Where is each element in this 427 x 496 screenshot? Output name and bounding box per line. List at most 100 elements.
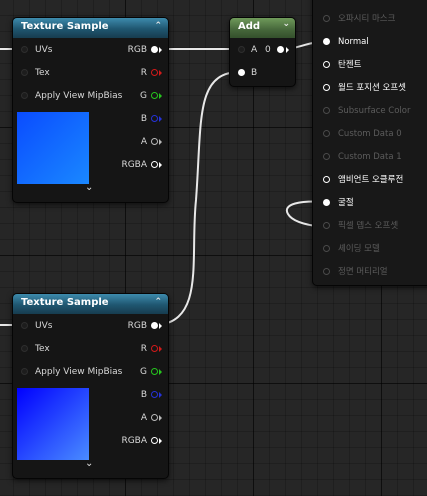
pin-icon[interactable] [151,46,158,53]
pin-icon[interactable] [323,15,330,22]
arrow-icon [286,47,289,53]
pin-label: Custom Data 0 [338,129,402,139]
pin-label: Tex [35,68,50,78]
pin-icon[interactable] [151,92,158,99]
texture-sample-node-1[interactable]: Texture Sample ⌃ UVs Tex Apply View MipBia… [12,17,169,203]
wire-tex2-rgb-to-add-b [157,71,241,326]
arrow-icon [159,139,162,145]
pin-label: UVs [35,45,53,55]
texture-preview [17,112,89,184]
pin-label: 앰비언트 오클루전 [338,175,404,185]
arrow-icon [159,415,162,421]
arrow-icon [159,323,162,329]
collapse-icon[interactable]: ⌃ [154,297,162,307]
pin-icon[interactable] [21,345,28,352]
texture-preview [17,388,89,460]
pin-icon[interactable] [323,153,330,160]
pin-label: 정면 머티리얼 [338,267,388,277]
arrow-icon [159,47,162,53]
pin-icon[interactable] [323,245,330,252]
pin-icon[interactable] [151,69,158,76]
pin-label: Normal [338,37,369,47]
output-pin-row[interactable]: RGBA [108,434,168,448]
output-pin-row[interactable]: G [108,89,168,103]
pin-label: G [140,367,147,377]
pin-label: Tex [35,344,50,354]
node-header[interactable]: Texture Sample ⌃ [13,294,168,314]
add-input-a[interactable]: A 0 [230,43,295,57]
pin-label: A [251,45,258,55]
pin-label: 월드 포지션 오프셋 [338,83,406,93]
pin-icon[interactable] [323,61,330,68]
output-pin-row[interactable]: A [108,411,168,425]
pin-icon[interactable] [323,222,330,229]
pin-label: UVs [35,321,53,331]
pin-icon[interactable] [238,69,245,76]
pin-icon[interactable] [151,161,158,168]
output-pin-row[interactable]: G [108,365,168,379]
pin-label: R [140,68,147,78]
expand-icon[interactable]: ⌄ [85,182,93,193]
pin-icon[interactable] [151,368,158,375]
output-pin-row[interactable]: B [108,112,168,126]
pin-label: 탄젠트 [338,60,362,70]
output-pin-row[interactable]: RGBA [108,158,168,172]
pin-label: B [251,68,258,78]
pin-icon[interactable] [151,322,158,329]
pin-label: Subsurface Color [338,106,411,116]
pin-label: R [140,344,147,354]
pin-icon[interactable] [21,69,28,76]
pin-label: B [140,114,147,124]
output-pin-row[interactable]: B [108,388,168,402]
pin-label: 픽셀 뎁스 오프셋 [338,221,399,231]
pin-icon[interactable] [238,46,245,53]
output-pin-row[interactable]: RGB [108,319,168,333]
collapse-icon[interactable]: ⌃ [154,21,162,31]
arrow-icon [159,369,162,375]
pin-icon[interactable] [21,368,28,375]
pin-icon[interactable] [323,38,330,45]
pin-label: 오파시티 마스크 [338,14,396,24]
pin-icon[interactable] [151,391,158,398]
pin-label: G [140,91,147,101]
pin-icon[interactable] [21,46,28,53]
pin-label: RGBA [121,160,147,170]
pin-label: 굴절 [338,198,354,208]
arrow-icon [159,116,162,122]
output-pin-row[interactable]: R [108,342,168,356]
dropdown-icon[interactable]: ⌄ [282,19,290,29]
pin-icon[interactable] [323,107,330,114]
pin-icon[interactable] [21,322,28,329]
material-result-node[interactable]: 오파시티 마스크 Normal 탄젠트월드 포지션 오프셋 Subsurface Co… [312,0,427,286]
arrow-icon [159,162,162,168]
pin-icon[interactable] [323,130,330,137]
arrow-icon [159,93,162,99]
pin-label: RGBA [121,436,147,446]
output-pin-row[interactable]: A [108,135,168,149]
pin-icon[interactable] [323,268,330,275]
pin-icon[interactable] [151,138,158,145]
output-pin-row[interactable]: R [108,66,168,80]
pin-icon[interactable] [323,199,330,206]
texture-sample-node-2[interactable]: Texture Sample ⌃ UVs Tex Apply View MipBia… [12,293,169,479]
output-pin-icon[interactable] [277,46,284,53]
pin-icon[interactable] [323,176,330,183]
pin-label: RGB [127,45,147,55]
pin-icon[interactable] [151,345,158,352]
pin-icon[interactable] [151,115,158,122]
node-title: Texture Sample [21,21,109,32]
output-pin-row[interactable]: RGB [108,43,168,57]
pin-icon[interactable] [21,92,28,99]
add-input-b[interactable]: B [230,66,295,80]
add-node[interactable]: Add ⌄ A 0 B [229,17,296,87]
pin-label: 셰이딩 모델 [338,244,380,254]
pin-icon[interactable] [151,414,158,421]
pin-icon[interactable] [323,84,330,91]
node-header[interactable]: Add ⌄ [230,18,295,38]
pin-label: RGB [127,321,147,331]
pin-label: B [140,390,147,400]
node-header[interactable]: Texture Sample ⌃ [13,18,168,38]
pin-icon[interactable] [151,437,158,444]
pin-label: A [140,137,147,147]
expand-icon[interactable]: ⌄ [85,458,93,469]
